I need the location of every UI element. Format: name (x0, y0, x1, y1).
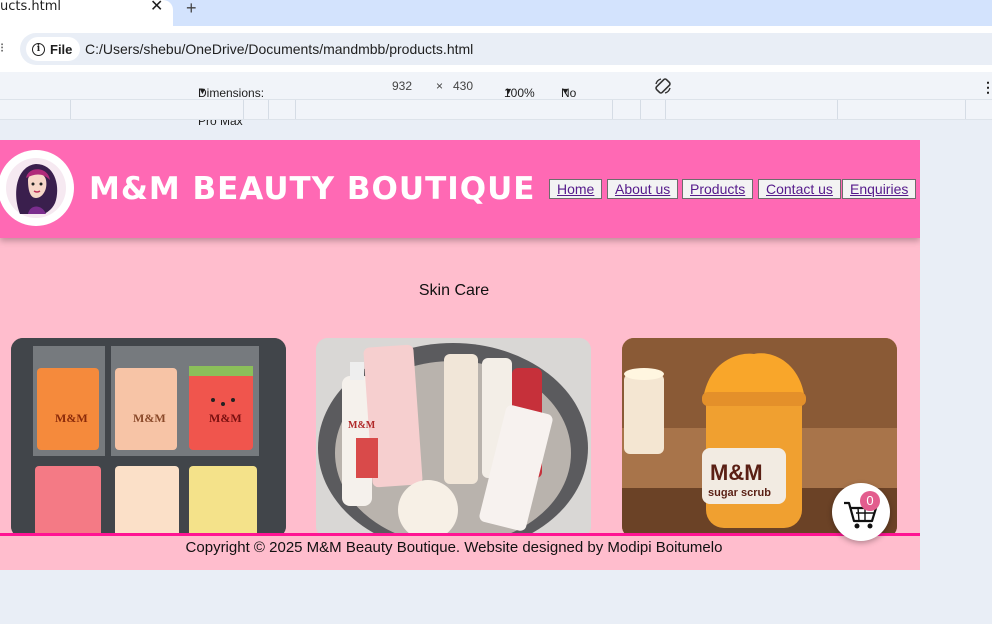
section-title: Skin Care (418, 282, 490, 299)
site-header: M&M BEAUTY BOUTIQUE Home About us Produc… (0, 140, 920, 238)
address-bar[interactable]: i File C:/Users/shebu/OneDrive/Documents… (20, 33, 992, 65)
kebab-icon[interactable]: ⋮ (981, 79, 992, 96)
height-input[interactable]: 430 (453, 79, 473, 93)
browser-toolbar: ⁝ i File C:/Users/shebu/OneDrive/Documen… (0, 26, 992, 72)
browser-tab[interactable]: ucts.html ✕ (0, 0, 173, 26)
nav-enquiries[interactable]: Enquiries (842, 179, 917, 199)
rotate-icon[interactable] (654, 77, 672, 95)
cart-count-badge: 0 (860, 491, 880, 511)
scrub-product-label: sugar scrub (708, 487, 771, 499)
width-input[interactable]: 932 (392, 79, 412, 93)
nav-products[interactable]: Products (682, 179, 754, 199)
nav-about-us[interactable]: About us (607, 179, 679, 199)
product-card-skincare-set[interactable]: M&M (316, 338, 591, 538)
logo-portrait-icon (6, 158, 66, 218)
product-image-soap: M&M M&M M&M (11, 338, 286, 538)
tab-strip: ucts.html ✕ + (0, 0, 992, 26)
site-footer: Copyright © 2025 M&M Beauty Boutique. We… (0, 533, 920, 570)
skincare-label: M&M (348, 420, 376, 431)
site-title: M&M BEAUTY BOUTIQUE (89, 171, 536, 207)
site-info-chip[interactable]: i File (26, 37, 81, 61)
chevron-down-icon: ▼ (561, 86, 570, 96)
cart-button[interactable]: 0 (832, 483, 890, 541)
product-image-skincare-set: M&M (316, 338, 591, 538)
chevron-down-icon: ▼ (504, 86, 513, 96)
file-label: File (50, 41, 73, 57)
chevron-down-icon: ▼ (198, 86, 207, 96)
scrub-brand-label: M&M (710, 460, 763, 485)
nav-contact-us[interactable]: Contact us (758, 179, 841, 199)
nav-home[interactable]: Home (549, 179, 603, 199)
soap-label-2: M&M (133, 411, 166, 425)
close-icon[interactable]: ✕ (150, 0, 163, 15)
times-sign: × (436, 79, 444, 93)
soap-label-1: M&M (55, 411, 88, 425)
device-toolbar: Dimensions: iPhone 14 Pro Max ▼ 932 × 43… (0, 72, 992, 128)
menu-dots-icon[interactable]: ⁝ (0, 40, 4, 56)
url-text[interactable]: C:/Users/shebu/OneDrive/Documents/mandmb… (85, 41, 473, 57)
tab-title: ucts.html (0, 0, 62, 14)
info-icon: i (32, 42, 45, 56)
plus-icon[interactable]: + (186, 0, 197, 19)
product-card-soap[interactable]: M&M M&M M&M (11, 338, 286, 538)
soap-label-3: M&M (209, 411, 242, 425)
page-viewport: M&M BEAUTY BOUTIQUE Home About us Produc… (0, 140, 920, 570)
media-query-ruler (0, 100, 992, 120)
cart-icon (844, 501, 878, 529)
logo[interactable] (0, 150, 74, 226)
copyright-text: Copyright © 2025 M&M Beauty Boutique. We… (185, 539, 723, 556)
